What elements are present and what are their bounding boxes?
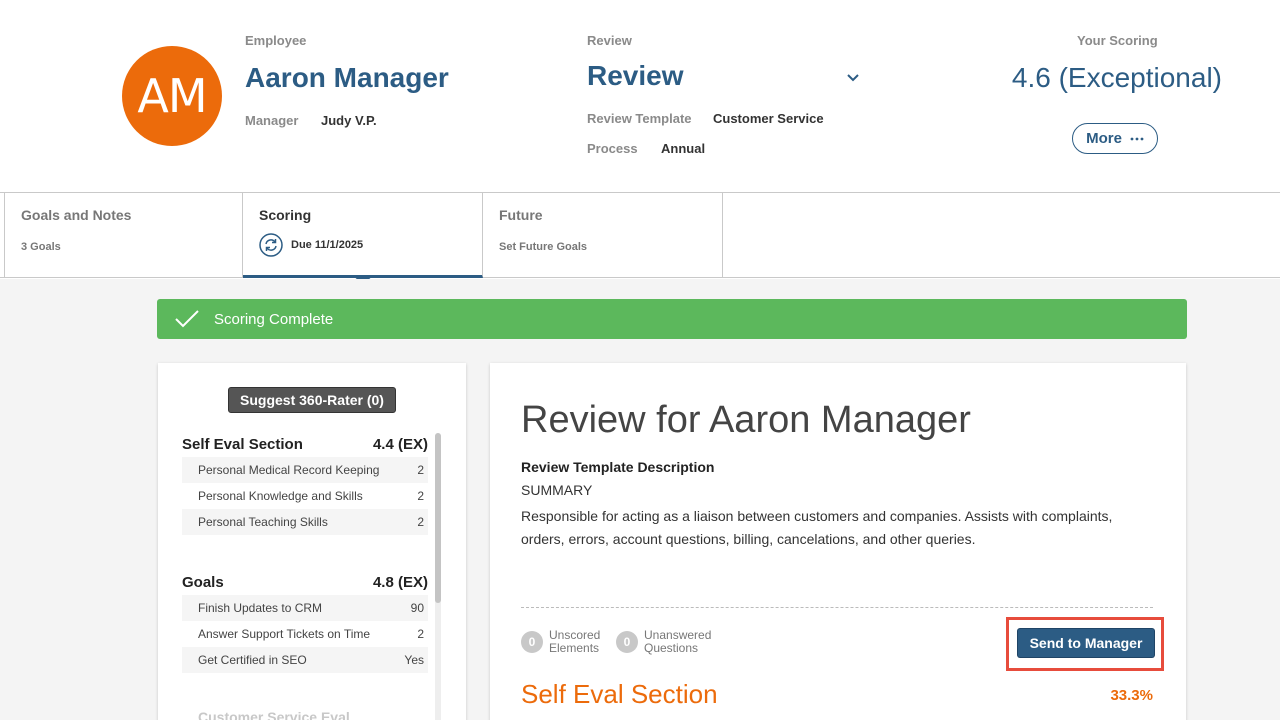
item-value: 2 <box>417 627 424 641</box>
more-button[interactable]: More <box>1072 123 1158 154</box>
more-button-label: More <box>1086 130 1122 147</box>
tab-subtitle: Due 11/1/2025 <box>291 239 364 251</box>
template-description-body: Responsible for acting as a liaison betw… <box>521 508 1113 547</box>
section-name: Goals <box>182 573 224 591</box>
item-label: Get Certified in SEO <box>198 653 307 667</box>
scoring-complete-banner: Scoring Complete <box>157 299 1187 339</box>
suggest-360-rater-button[interactable]: Suggest 360-Rater (0) <box>228 387 396 413</box>
send-to-manager-button[interactable]: Send to Manager <box>1018 629 1154 657</box>
process-label: Process <box>587 141 638 156</box>
unscored-label: Unscored Elements <box>549 628 601 655</box>
unanswered-count: 0 <box>616 631 638 653</box>
tab-title: Future <box>499 207 543 223</box>
refresh-icon <box>259 233 283 257</box>
manager-value: Judy V.P. <box>321 113 377 128</box>
section-score: 4.4 (EX) <box>372 435 428 453</box>
employee-name: Aaron Manager <box>245 62 449 93</box>
item-label: Personal Medical Record Keeping <box>198 463 380 477</box>
unscored-count: 0 <box>521 631 543 653</box>
employee-label: Employee <box>245 33 307 48</box>
tab-goals-and-notes[interactable]: Goals and Notes 3 Goals <box>4 193 243 278</box>
item-label: Finish Updates to CRM <box>198 601 323 615</box>
review-title[interactable]: Review <box>587 60 684 92</box>
panel-scrollbar[interactable] <box>435 433 441 720</box>
review-heading: Review for Aaron Manager <box>521 399 971 441</box>
ellipsis-icon <box>1130 137 1144 140</box>
list-item[interactable]: Get Certified in SEO Yes <box>182 647 428 673</box>
tab-subtitle: Set Future Goals <box>499 241 588 253</box>
item-value: 90 <box>410 601 424 615</box>
review-tabs: Goals and Notes 3 Goals Scoring Due 11/1… <box>0 192 1280 278</box>
content-area: Scoring Complete Suggest 360-Rater (0) S… <box>0 279 1280 720</box>
summary-section-self-eval: Self Eval Section 4.4 (EX) Personal Medi… <box>182 431 428 535</box>
chevron-down-icon[interactable] <box>843 68 863 88</box>
review-label: Review <box>587 33 632 48</box>
item-value: 2 <box>417 463 424 477</box>
item-label: Personal Knowledge and Skills <box>198 489 363 503</box>
list-item[interactable]: Personal Teaching Skills 2 <box>182 509 428 535</box>
list-item[interactable]: Answer Support Tickets on Time 2 <box>182 621 428 647</box>
section-name: Self Eval Section <box>182 435 303 453</box>
item-label: Answer Support Tickets on Time <box>198 627 371 641</box>
item-value: 2 <box>417 515 424 529</box>
section-score: 4.8 (EX) <box>372 573 428 591</box>
divider <box>521 607 1153 608</box>
tab-subtitle-row: Due 11/1/2025 <box>259 233 482 257</box>
section-header[interactable]: Goals 4.8 (EX) <box>182 569 428 595</box>
tab-title: Scoring <box>259 207 312 223</box>
section-header[interactable]: Self Eval Section 4.4 (EX) <box>182 431 428 457</box>
review-header: AM Employee Aaron Manager Manager Judy V… <box>0 0 1280 192</box>
item-label: Personal Teaching Skills <box>198 515 328 529</box>
unscored-elements-stat: 0 Unscored Elements <box>521 629 600 655</box>
list-item[interactable]: Finish Updates to CRM 90 <box>182 595 428 621</box>
unanswered-label: Unanswered Questions <box>644 628 712 655</box>
manager-label: Manager <box>245 113 299 128</box>
unanswered-questions-stat: 0 Unanswered Questions <box>616 629 711 655</box>
template-description-label: Review Template Description <box>521 459 715 475</box>
process-value: Annual <box>661 141 706 156</box>
self-eval-section-percent: 33.3% <box>1110 687 1153 704</box>
checkmark-icon <box>175 310 199 328</box>
summary-section-goals: Goals 4.8 (EX) Finish Updates to CRM 90 … <box>182 569 428 673</box>
tab-subtitle: 3 Goals <box>21 241 61 253</box>
banner-text: Scoring Complete <box>214 310 334 328</box>
list-item[interactable]: Personal Medical Record Keeping 2 <box>182 457 428 483</box>
your-scoring-value: 4.6 (Exceptional) <box>1011 62 1222 93</box>
your-scoring-label: Your Scoring <box>1077 33 1158 48</box>
item-value: Yes <box>404 653 424 667</box>
tab-title: Goals and Notes <box>21 207 132 223</box>
item-value: 2 <box>417 489 424 503</box>
tab-future[interactable]: Future Set Future Goals <box>483 193 723 278</box>
avatar: AM <box>122 46 222 146</box>
self-eval-section-title: Self Eval Section <box>521 679 718 709</box>
section-summary-panel: Suggest 360-Rater (0) Self Eval Section … <box>158 363 466 720</box>
review-template-label: Review Template <box>587 111 692 126</box>
template-description-summary: SUMMARY <box>521 482 593 498</box>
scrollbar-thumb[interactable] <box>435 433 441 603</box>
summary-section-partial: Customer Service Eval <box>198 709 350 720</box>
review-detail-panel: Review for Aaron Manager Review Template… <box>490 363 1186 720</box>
review-template-value: Customer Service <box>713 111 824 126</box>
tab-scoring[interactable]: Scoring Due 11/1/2025 <box>243 193 483 278</box>
list-item[interactable]: Personal Knowledge and Skills 2 <box>182 483 428 509</box>
